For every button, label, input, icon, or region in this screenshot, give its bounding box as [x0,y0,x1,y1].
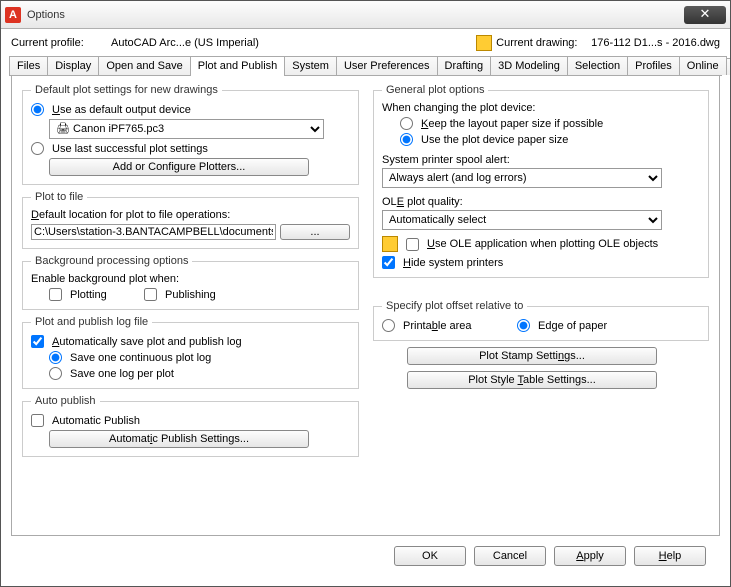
default-plot-group: Default plot settings for new drawings U… [22,84,359,185]
dialog-footer: OK Cancel Apply Help [11,536,720,576]
right-column: General plot options When changing the p… [373,84,709,527]
ole-quality-label: OLE plot quality: [382,196,700,208]
plot-file-loc-label: Default location for plot to file operat… [31,209,350,221]
browse-button[interactable]: ... [280,224,350,240]
cancel-button[interactable]: Cancel [474,546,546,566]
tab-panel: Default plot settings for new drawings U… [11,76,720,536]
content: Current profile: AutoCAD Arc...e (US Imp… [1,29,730,586]
spool-label: System printer spool alert: [382,154,700,166]
plot-to-file-legend: Plot to file [31,191,87,203]
offset-group: Specify plot offset relative to Printabl… [373,300,709,341]
logfile-group: Plot and publish log file Automatically … [22,316,359,389]
add-configure-plotters-button[interactable]: Add or Configure Plotters... [49,158,309,176]
printable-area-radio[interactable] [382,319,395,332]
auto-save-log-check[interactable] [31,335,44,348]
general-plot-group: General plot options When changing the p… [373,84,709,278]
edge-of-paper-radio[interactable] [517,319,530,332]
tab-files[interactable]: Files [9,56,48,75]
use-device-size-radio[interactable] [400,133,413,146]
tab-scroll-left[interactable]: ◄ [726,58,730,75]
ole-icon [382,236,398,252]
offset-legend: Specify plot offset relative to [382,300,527,312]
printable-area-label: Printable area [403,320,513,332]
help-button[interactable]: Help [634,546,706,566]
close-button[interactable]: ✕ [684,6,726,24]
background-group: Background processing options Enable bac… [22,255,359,310]
profile-label: Current profile: [11,37,111,49]
tabstrip: Files Display Open and Save Plot and Pub… [9,55,722,76]
tab-profiles[interactable]: Profiles [627,56,680,75]
changing-device-label: When changing the plot device: [382,102,700,114]
hide-printers-check[interactable] [382,256,395,269]
enable-bg-label: Enable background plot when: [31,273,350,285]
plot-stamp-settings-button[interactable]: Plot Stamp Settings... [407,347,657,365]
bg-plotting-label: Plotting [70,289,140,301]
background-legend: Background processing options [31,255,192,267]
edge-of-paper-label: Edge of paper [538,320,607,332]
default-device-select[interactable]: 🖨 Canon iPF765.pc3 [49,119,324,139]
logfile-legend: Plot and publish log file [31,316,152,328]
one-continuous-label: Save one continuous plot log [70,352,211,364]
default-plot-legend: Default plot settings for new drawings [31,84,222,96]
hide-printers-label: Hide system printers [403,257,503,269]
apply-button[interactable]: Apply [554,546,626,566]
tab-plot-publish[interactable]: Plot and Publish [190,56,286,76]
bg-plotting-check[interactable] [49,288,62,301]
window-title: Options [27,9,684,21]
tab-open-save[interactable]: Open and Save [98,56,190,75]
tab-drafting[interactable]: Drafting [437,56,492,75]
use-last-plot-radio[interactable] [31,142,44,155]
use-default-output-label: Use as default output device [52,104,191,116]
one-continuous-radio[interactable] [49,351,62,364]
use-default-output-radio[interactable] [31,103,44,116]
drawing-label: Current drawing: [496,37,591,49]
general-plot-legend: General plot options [382,84,488,96]
app-icon: A [5,7,21,23]
plot-to-file-group: Plot to file Default location for plot t… [22,191,359,249]
ok-button[interactable]: OK [394,546,466,566]
plot-style-table-settings-button[interactable]: Plot Style Table Settings... [407,371,657,389]
bg-publishing-label: Publishing [165,289,216,301]
use-ole-label: Use OLE application when plotting OLE ob… [427,238,658,250]
keep-layout-radio[interactable] [400,117,413,130]
tab-online[interactable]: Online [679,56,727,75]
keep-layout-label: Keep the layout paper size if possible [421,118,603,130]
plot-file-path-input[interactable] [31,224,276,240]
options-window: A Options ✕ Current profile: AutoCAD Arc… [0,0,731,587]
ole-quality-select[interactable]: Automatically select [382,210,662,230]
autopublish-legend: Auto publish [31,395,100,407]
titlebar: A Options ✕ [1,1,730,29]
automatic-publish-label: Automatic Publish [52,415,140,427]
auto-save-log-label: Automatically save plot and publish log [52,336,242,348]
spool-select[interactable]: Always alert (and log errors) [382,168,662,188]
tab-display[interactable]: Display [47,56,99,75]
tab-3d-modeling[interactable]: 3D Modeling [490,56,568,75]
auto-publish-settings-button[interactable]: Automatic Publish Settings... [49,430,309,448]
one-per-plot-label: Save one log per plot [70,368,174,380]
automatic-publish-check[interactable] [31,414,44,427]
use-device-size-label: Use the plot device paper size [421,134,568,146]
use-last-plot-label: Use last successful plot settings [52,143,208,155]
profile-value: AutoCAD Arc...e (US Imperial) [111,37,291,49]
use-ole-check[interactable] [406,238,419,251]
bg-publishing-check[interactable] [144,288,157,301]
tab-system[interactable]: System [284,56,337,75]
autopublish-group: Auto publish Automatic Publish Automatic… [22,395,359,457]
left-column: Default plot settings for new drawings U… [22,84,359,527]
drawing-value: 176-112 D1...s - 2016.dwg [591,37,720,49]
tab-user-prefs[interactable]: User Preferences [336,56,438,75]
one-per-plot-radio[interactable] [49,367,62,380]
tab-selection[interactable]: Selection [567,56,628,75]
profile-row: Current profile: AutoCAD Arc...e (US Imp… [11,35,720,51]
drawing-icon [476,35,492,51]
